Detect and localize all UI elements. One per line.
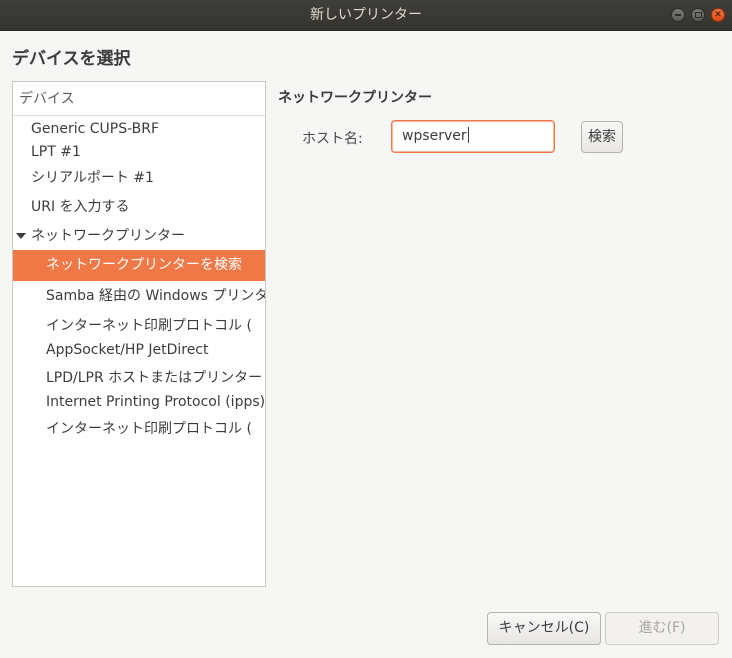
close-icon[interactable]: ✕ bbox=[711, 8, 725, 22]
text-caret bbox=[467, 127, 469, 143]
device-item-appsocket[interactable]: AppSocket/HP JetDirect bbox=[13, 336, 265, 364]
device-item-samba-windows[interactable]: Samba 経由の Windows プリンター bbox=[13, 282, 265, 310]
device-item-enter-uri[interactable]: URI を入力する bbox=[13, 193, 265, 221]
minimize-icon[interactable] bbox=[671, 8, 685, 22]
host-input-value: wpserver bbox=[402, 128, 467, 144]
device-group-network-printer[interactable]: ネットワークプリンター bbox=[13, 222, 265, 250]
device-list-header[interactable]: デバイス bbox=[13, 82, 265, 116]
search-button[interactable]: 検索 bbox=[581, 121, 623, 153]
device-item-ipp-2[interactable]: インターネット印刷プロトコル ( bbox=[13, 415, 265, 443]
device-item-find-network-printer[interactable]: ネットワークプリンターを検索 bbox=[13, 250, 265, 281]
network-printer-heading: ネットワークプリンター bbox=[278, 90, 432, 106]
expander-triangle-icon[interactable] bbox=[16, 233, 26, 239]
forward-button[interactable]: 進む(F) bbox=[605, 612, 719, 645]
device-item-ipps[interactable]: Internet Printing Protocol (ipps) bbox=[13, 388, 265, 416]
device-group-label: ネットワークプリンター bbox=[31, 228, 185, 244]
host-input[interactable]: wpserver bbox=[391, 120, 555, 153]
device-list[interactable]: デバイス Generic CUPS-BRF LPT #1 シリアルポート #1 … bbox=[12, 81, 266, 587]
cancel-button[interactable]: キャンセル(C) bbox=[487, 612, 601, 645]
device-item-lpt1[interactable]: LPT #1 bbox=[13, 138, 265, 166]
window-titlebar[interactable]: 新しいプリンター ✕ bbox=[0, 0, 732, 31]
page-title: デバイスを選択 bbox=[12, 49, 131, 69]
device-item-serial1[interactable]: シリアルポート #1 bbox=[13, 164, 265, 192]
host-label: ホスト名: bbox=[302, 131, 363, 147]
maximize-icon[interactable] bbox=[691, 8, 705, 22]
window-title: 新しいプリンター bbox=[310, 7, 422, 23]
